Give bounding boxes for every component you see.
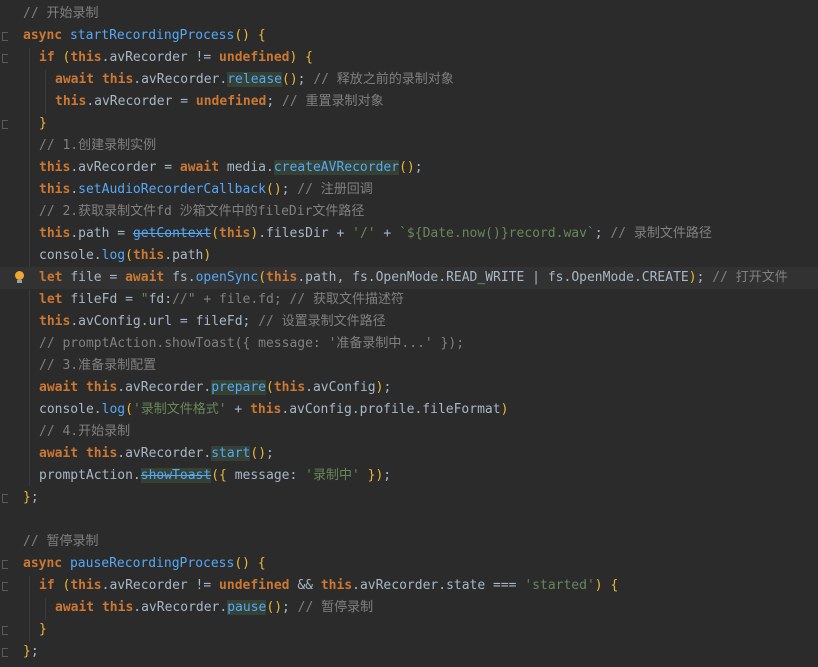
code-line[interactable]: // 暂停录制 xyxy=(0,531,818,553)
code-line-text[interactable]: console.log(this.path) xyxy=(39,245,211,267)
code-line[interactable]: await this.avRecorder.release(); // 释放之前… xyxy=(0,69,818,91)
code-line-text[interactable]: await this.avRecorder.pause(); // 暂停录制 xyxy=(55,597,373,619)
code-line-text[interactable]: // promptAction.showToast({ message: '准备… xyxy=(39,333,464,355)
code-line-text[interactable]: promptAction.showToast({ message: '录制中' … xyxy=(39,465,391,487)
code-line-text[interactable]: // 4.开始录制 xyxy=(39,421,130,443)
code-line[interactable]: } xyxy=(0,619,818,641)
code-line-text[interactable]: }; xyxy=(23,641,39,663)
code-line[interactable]: }; xyxy=(0,487,818,509)
code-line[interactable]: await this.avRecorder.start(); xyxy=(0,443,818,465)
code-line-text[interactable]: console.log('录制文件格式' + this.avConfig.pro… xyxy=(39,399,508,421)
code-line[interactable]: this.avConfig.url = fileFd; // 设置录制文件路径 xyxy=(0,311,818,333)
code-line[interactable]: // 3.准备录制配置 xyxy=(0,355,818,377)
code-line[interactable]: if (this.avRecorder != undefined && this… xyxy=(0,575,818,597)
code-line[interactable]: // 4.开始录制 xyxy=(0,421,818,443)
code-line-text[interactable]: } xyxy=(39,113,47,135)
code-line[interactable]: // 1.创建录制实例 xyxy=(0,135,818,157)
code-line[interactable] xyxy=(0,509,818,531)
code-line-text[interactable]: await this.avRecorder.release(); // 释放之前… xyxy=(55,69,454,91)
code-line[interactable]: async pauseRecordingProcess() { xyxy=(0,553,818,575)
code-line[interactable]: console.log(this.path) xyxy=(0,245,818,267)
code-line[interactable]: this.avRecorder = undefined; // 重置录制对象 xyxy=(0,91,818,113)
code-line[interactable]: this.setAudioRecorderCallback(); // 注册回调 xyxy=(0,179,818,201)
code-line-text[interactable]: }; xyxy=(23,487,39,509)
code-line[interactable]: await this.avRecorder.prepare(this.avCon… xyxy=(0,377,818,399)
code-line[interactable]: let fileFd = "fd://" + file.fd; // 获取文件描… xyxy=(0,289,818,311)
code-line[interactable]: async startRecordingProcess() { xyxy=(0,25,818,47)
code-line[interactable]: if (this.avRecorder != undefined) { xyxy=(0,47,818,69)
code-line[interactable]: await this.avRecorder.pause(); // 暂停录制 xyxy=(0,597,818,619)
code-line[interactable]: promptAction.showToast({ message: '录制中' … xyxy=(0,465,818,487)
code-line-text[interactable]: let file = await fs.openSync(this.path, … xyxy=(39,267,788,289)
code-line-text[interactable]: // 3.准备录制配置 xyxy=(39,355,156,377)
code-line-text[interactable]: await this.avRecorder.start(); xyxy=(39,443,274,465)
code-line-text[interactable]: this.avRecorder = undefined; // 重置录制对象 xyxy=(55,91,384,113)
code-line-text[interactable]: this.avRecorder = await media.createAVRe… xyxy=(39,157,423,179)
code-line-text[interactable]: this.setAudioRecorderCallback(); // 注册回调 xyxy=(39,179,373,201)
code-line-text[interactable]: async startRecordingProcess() { xyxy=(23,25,266,47)
code-line-text[interactable]: // 开始录制 xyxy=(23,3,98,25)
code-line-text[interactable]: if (this.avRecorder != undefined) { xyxy=(39,47,313,69)
code-line[interactable]: } xyxy=(0,113,818,135)
code-line-text[interactable]: if (this.avRecorder != undefined && this… xyxy=(39,575,618,597)
code-line[interactable]: let file = await fs.openSync(this.path, … xyxy=(0,267,818,289)
code-line-text[interactable]: await this.avRecorder.prepare(this.avCon… xyxy=(39,377,391,399)
code-line-text[interactable]: this.path = getContext(this).filesDir + … xyxy=(39,223,712,245)
code-line-text[interactable]: this.avConfig.url = fileFd; // 设置录制文件路径 xyxy=(39,311,386,333)
code-line[interactable]: this.avRecorder = await media.createAVRe… xyxy=(0,157,818,179)
code-line[interactable]: // 开始录制 xyxy=(0,3,818,25)
code-line-text[interactable]: } xyxy=(39,619,47,641)
code-editor[interactable]: // 开始录制 async startRecordingProcess() {if… xyxy=(0,0,818,667)
lightbulb-icon[interactable] xyxy=(15,271,24,283)
code-line[interactable]: // promptAction.showToast({ message: '准备… xyxy=(0,333,818,355)
code-line[interactable]: // 2.获取录制文件fd 沙箱文件中的fileDir文件路径 xyxy=(0,201,818,223)
code-line-text[interactable]: // 2.获取录制文件fd 沙箱文件中的fileDir文件路径 xyxy=(39,201,364,223)
code-line-text[interactable]: let fileFd = "fd://" + file.fd; // 获取文件描… xyxy=(39,289,404,311)
code-line[interactable]: console.log('录制文件格式' + this.avConfig.pro… xyxy=(0,399,818,421)
code-line-text[interactable]: // 1.创建录制实例 xyxy=(39,135,156,157)
code-line-text[interactable]: // 暂停录制 xyxy=(23,531,98,553)
code-line[interactable]: this.path = getContext(this).filesDir + … xyxy=(0,223,818,245)
code-line[interactable]: }; xyxy=(0,641,818,663)
code-line-text[interactable]: async pauseRecordingProcess() { xyxy=(23,553,266,575)
